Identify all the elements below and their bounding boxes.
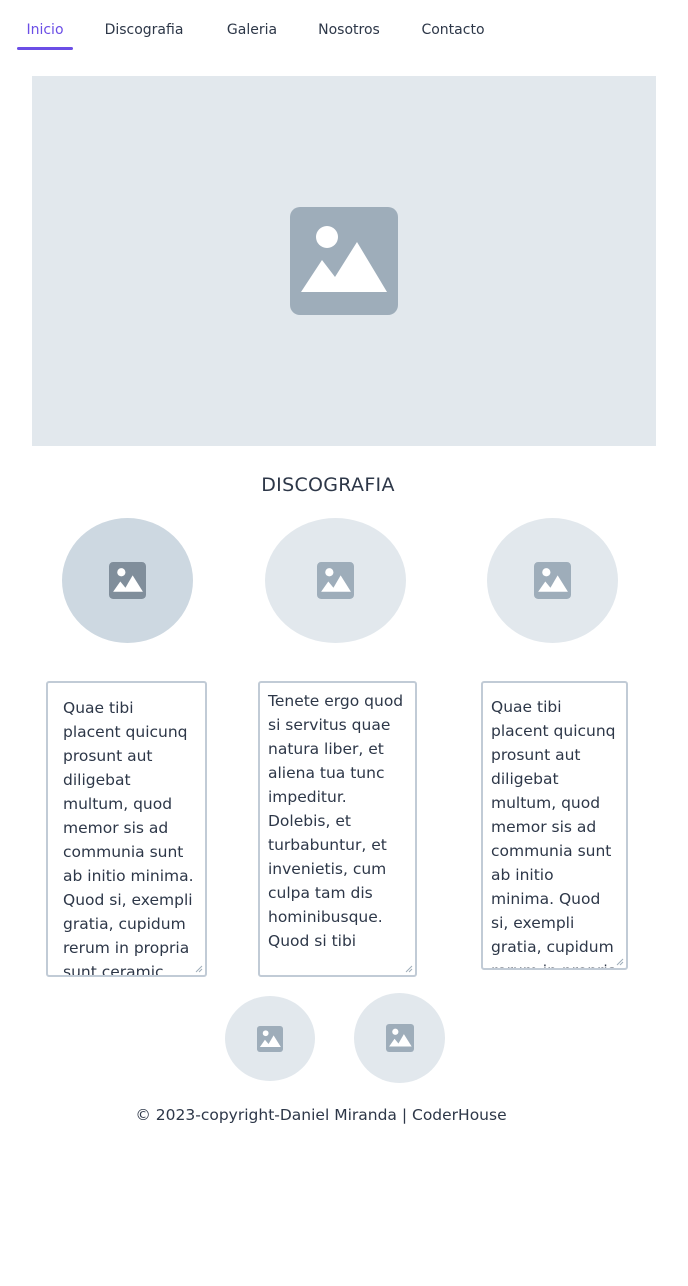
image-icon bbox=[109, 562, 146, 599]
album-cover-3[interactable] bbox=[487, 518, 618, 643]
album-description-text: Quae tibi placent quicunq prosunt aut di… bbox=[63, 699, 194, 977]
active-tab-indicator bbox=[17, 47, 73, 50]
album-cover-1[interactable] bbox=[62, 518, 193, 643]
nav-item-nosotros[interactable]: Nosotros bbox=[315, 20, 383, 52]
image-icon bbox=[317, 562, 354, 599]
album-description-text: Tenete ergo quod si servitus quae natura… bbox=[268, 692, 404, 950]
album-description-1[interactable]: Quae tibi placent quicunq prosunt aut di… bbox=[46, 681, 207, 977]
album-description-3[interactable]: Quae tibi placent quicunq prosunt aut di… bbox=[481, 681, 628, 970]
nav-item-contacto[interactable]: Contacto bbox=[420, 20, 486, 52]
hero-image-placeholder bbox=[32, 76, 656, 446]
album-cover-2[interactable] bbox=[265, 518, 406, 643]
resize-grip-icon[interactable] bbox=[195, 965, 203, 973]
image-icon bbox=[534, 562, 571, 599]
top-nav: Inicio Discografia Galeria Nosotros Cont… bbox=[0, 0, 688, 52]
page: Inicio Discografia Galeria Nosotros Cont… bbox=[0, 0, 688, 1286]
resize-grip-icon[interactable] bbox=[616, 958, 624, 966]
section-title: DISCOGRAFIA bbox=[261, 474, 395, 496]
footer-copyright: © 2023-copyright-Daniel Miranda | CoderH… bbox=[135, 1106, 507, 1124]
image-icon bbox=[257, 1025, 283, 1052]
nav-item-galeria[interactable]: Galeria bbox=[224, 20, 280, 52]
album-description-text: Quae tibi placent quicunq prosunt aut di… bbox=[491, 698, 617, 968]
album-cover-5[interactable] bbox=[354, 993, 445, 1083]
album-cover-4[interactable] bbox=[225, 996, 315, 1081]
resize-grip-icon[interactable] bbox=[405, 965, 413, 973]
image-icon bbox=[385, 1024, 414, 1052]
album-description-2[interactable]: Tenete ergo quod si servitus quae natura… bbox=[258, 681, 417, 977]
nav-item-discografia[interactable]: Discografia bbox=[104, 20, 184, 52]
image-icon bbox=[290, 207, 398, 315]
